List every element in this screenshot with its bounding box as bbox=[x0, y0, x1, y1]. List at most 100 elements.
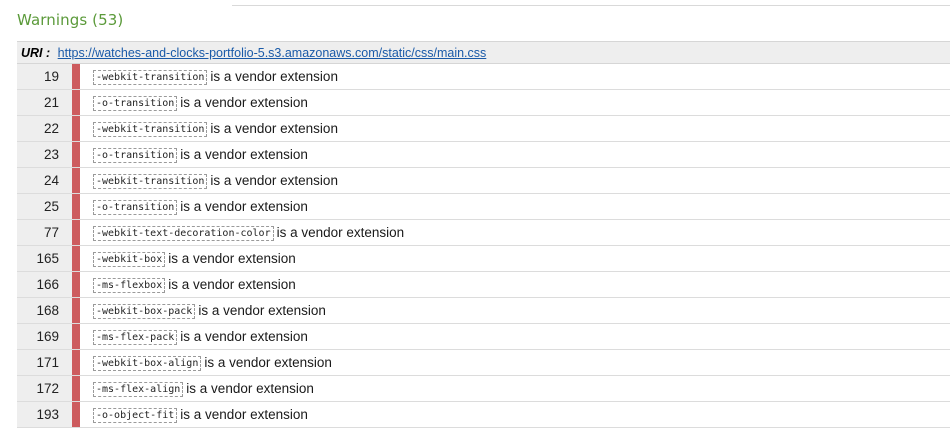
warning-message: -webkit-transition is a vendor extension bbox=[80, 168, 950, 193]
property-code: -webkit-transition bbox=[93, 174, 208, 189]
line-number: 22 bbox=[17, 116, 65, 141]
warning-text: is a vendor extension bbox=[168, 277, 296, 292]
uri-label: URI : bbox=[21, 46, 51, 60]
warning-message: -webkit-transition is a vendor extension bbox=[80, 116, 950, 141]
line-number: 21 bbox=[17, 90, 65, 115]
warning-message: -ms-flex-pack is a vendor extension bbox=[80, 324, 950, 349]
property-code: -webkit-box-align bbox=[93, 356, 202, 371]
warning-message: -ms-flexbox is a vendor extension bbox=[80, 272, 950, 297]
warning-message: -o-transition is a vendor extension bbox=[80, 142, 950, 167]
warnings-heading: Warnings (53) bbox=[17, 11, 124, 29]
line-number: 171 bbox=[17, 350, 65, 375]
line-number: 19 bbox=[17, 64, 65, 89]
warning-row: 166 -ms-flexbox is a vendor extension bbox=[17, 272, 950, 298]
warning-text: is a vendor extension bbox=[180, 329, 308, 344]
warning-row: 168 -webkit-box-pack is a vendor extensio… bbox=[17, 298, 950, 324]
warning-marker bbox=[72, 220, 80, 245]
gutter bbox=[65, 376, 72, 401]
warning-marker bbox=[72, 298, 80, 323]
line-number: 166 bbox=[17, 272, 65, 297]
warning-marker bbox=[72, 324, 80, 349]
property-code: -o-transition bbox=[93, 148, 178, 163]
top-divider bbox=[232, 5, 950, 6]
warning-text: is a vendor extension bbox=[276, 225, 405, 240]
line-number: 169 bbox=[17, 324, 65, 349]
warning-marker bbox=[72, 168, 80, 193]
warning-marker bbox=[72, 402, 80, 427]
warning-message: -o-object-fit is a vendor extension bbox=[80, 402, 950, 427]
gutter bbox=[65, 168, 72, 193]
property-code: -ms-flex-pack bbox=[93, 330, 178, 345]
warning-marker bbox=[72, 90, 80, 115]
warning-row: 24 -webkit-transition is a vendor extensi… bbox=[17, 168, 950, 194]
warning-row: 169 -ms-flex-pack is a vendor extension bbox=[17, 324, 950, 350]
warning-row: 165 -webkit-box is a vendor extension bbox=[17, 246, 950, 272]
warning-marker bbox=[72, 272, 80, 297]
gutter bbox=[65, 142, 72, 167]
line-number: 24 bbox=[17, 168, 65, 193]
warning-text: is a vendor extension bbox=[204, 355, 332, 370]
gutter bbox=[65, 272, 72, 297]
warning-message: -webkit-box is a vendor extension bbox=[80, 246, 950, 271]
warning-text: is a vendor extension bbox=[180, 199, 308, 214]
warning-message: -o-transition is a vendor extension bbox=[80, 194, 950, 219]
gutter bbox=[65, 194, 72, 219]
warning-marker bbox=[72, 376, 80, 401]
line-number: 193 bbox=[17, 402, 65, 427]
property-code: -webkit-box-pack bbox=[93, 304, 196, 319]
warning-marker bbox=[72, 142, 80, 167]
warning-text: is a vendor extension bbox=[186, 381, 314, 396]
line-number: 23 bbox=[17, 142, 65, 167]
warning-message: -webkit-text-decoration-color is a vendor… bbox=[80, 220, 950, 245]
gutter bbox=[65, 116, 72, 141]
warning-row: 172 -ms-flex-align is a vendor extension bbox=[17, 376, 950, 402]
property-code: -webkit-text-decoration-color bbox=[93, 226, 274, 241]
gutter bbox=[65, 298, 72, 323]
line-number: 77 bbox=[17, 220, 65, 245]
property-code: -o-object-fit bbox=[93, 408, 178, 423]
warning-message: -webkit-transition is a vendor extension bbox=[80, 64, 950, 89]
gutter bbox=[65, 64, 72, 89]
property-code: -webkit-transition bbox=[93, 122, 208, 137]
line-number: 25 bbox=[17, 194, 65, 219]
warning-row: 171 -webkit-box-align is a vendor extensi… bbox=[17, 350, 950, 376]
warning-row: 193 -o-object-fit is a vendor extension bbox=[17, 402, 950, 428]
warning-text: is a vendor extension bbox=[180, 407, 308, 422]
property-code: -ms-flexbox bbox=[93, 278, 166, 293]
property-code: -o-transition bbox=[93, 200, 178, 215]
warning-text: is a vendor extension bbox=[180, 95, 308, 110]
uri-bar: URI : https://watches-and-clocks-portfol… bbox=[17, 41, 950, 63]
warning-row: 22 -webkit-transition is a vendor extensi… bbox=[17, 116, 950, 142]
warning-row: 25 -o-transition is a vendor extension bbox=[17, 194, 950, 220]
warning-row: 23 -o-transition is a vendor extension bbox=[17, 142, 950, 168]
gutter bbox=[65, 90, 72, 115]
warning-text: is a vendor extension bbox=[198, 303, 326, 318]
warning-row: 21 -o-transition is a vendor extension bbox=[17, 90, 950, 116]
line-number: 172 bbox=[17, 376, 65, 401]
warning-row: 19 -webkit-transition is a vendor extensi… bbox=[17, 64, 950, 90]
uri-link[interactable]: https://watches-and-clocks-portfolio-5.s… bbox=[58, 46, 487, 60]
warning-marker bbox=[72, 246, 80, 271]
warning-marker bbox=[72, 116, 80, 141]
warning-text: is a vendor extension bbox=[210, 121, 338, 136]
warning-row: 77 -webkit-text-decoration-color is a ven… bbox=[17, 220, 950, 246]
property-code: -o-transition bbox=[93, 96, 178, 111]
warning-text: is a vendor extension bbox=[210, 69, 338, 84]
gutter bbox=[65, 246, 72, 271]
warning-marker bbox=[72, 194, 80, 219]
warning-marker bbox=[72, 64, 80, 89]
property-code: -webkit-transition bbox=[93, 70, 208, 85]
gutter bbox=[65, 220, 72, 245]
warnings-panel: URI : https://watches-and-clocks-portfol… bbox=[17, 41, 950, 428]
warning-text: is a vendor extension bbox=[210, 173, 338, 188]
warning-message: -ms-flex-align is a vendor extension bbox=[80, 376, 950, 401]
gutter bbox=[65, 402, 72, 427]
warning-message: -webkit-box-align is a vendor extension bbox=[80, 350, 950, 375]
line-number: 168 bbox=[17, 298, 65, 323]
warnings-table: 19 -webkit-transition is a vendor extensi… bbox=[17, 63, 950, 428]
warning-message: -webkit-box-pack is a vendor extension bbox=[80, 298, 950, 323]
warning-marker bbox=[72, 350, 80, 375]
warning-text: is a vendor extension bbox=[180, 147, 308, 162]
warning-message: -o-transition is a vendor extension bbox=[80, 90, 950, 115]
property-code: -webkit-box bbox=[93, 252, 166, 267]
